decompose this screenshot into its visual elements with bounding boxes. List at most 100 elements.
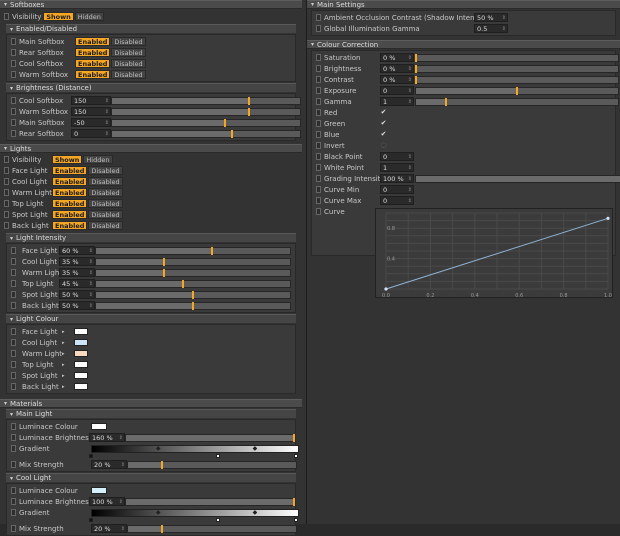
number-field[interactable]: 20 % ⇕ (91, 460, 127, 469)
collapse-triangle-icon[interactable]: ▾ (10, 235, 13, 242)
spinner-arrows-icon[interactable]: ⇕ (121, 525, 125, 533)
collapse-triangle-icon[interactable]: ▾ (4, 400, 7, 407)
number-field[interactable]: 35 % ⇕ (59, 257, 95, 266)
section-colour-correction[interactable]: ▾ Colour Correction (307, 40, 620, 49)
keyframe-icon[interactable] (11, 291, 16, 298)
dropdown-arrow-icon[interactable]: ▸ (62, 373, 74, 379)
spinner-arrows-icon[interactable]: ⇕ (89, 280, 93, 288)
number-field[interactable]: 0 % ⇕ (380, 75, 414, 84)
number-field[interactable]: -50 ⇕ (71, 118, 111, 127)
slider[interactable] (127, 524, 297, 533)
slider[interactable] (95, 246, 291, 255)
spinner-arrows-icon[interactable]: ⇕ (408, 65, 412, 73)
dropdown-arrow-icon[interactable]: ▸ (62, 351, 74, 357)
slider-knob[interactable] (293, 433, 295, 442)
slider[interactable] (415, 75, 619, 84)
spinner-arrows-icon[interactable]: ⇕ (408, 87, 412, 95)
subsection-light-intensity[interactable]: ▾ Light Intensity (6, 233, 296, 242)
subsection-cool-light[interactable]: ▾ Cool Light (6, 473, 296, 482)
number-field[interactable]: 0 ⇕ (71, 129, 111, 138)
keyframe-icon[interactable] (316, 76, 321, 83)
gradient-bar[interactable]: ◆ ◆ (91, 444, 299, 453)
keyframe-icon[interactable] (11, 434, 16, 441)
toggle-off-button[interactable]: Disabled (111, 70, 146, 79)
number-field[interactable]: 0 % ⇕ (380, 53, 414, 62)
spinner-arrows-icon[interactable]: ⇕ (121, 461, 125, 469)
slider[interactable] (415, 97, 619, 106)
subsection-light-colour[interactable]: ▾ Light Colour (6, 314, 296, 323)
colour-swatch[interactable] (91, 423, 107, 430)
number-field[interactable]: 100 % ⇕ (380, 174, 414, 183)
keyframe-icon[interactable] (316, 120, 321, 127)
slider[interactable] (111, 129, 301, 138)
colour-swatch[interactable] (74, 361, 88, 368)
keyframe-icon[interactable] (11, 280, 16, 287)
number-field[interactable]: 0 ⇕ (380, 86, 414, 95)
slider-knob[interactable] (160, 460, 163, 469)
spinner-arrows-icon[interactable]: ⇕ (408, 197, 412, 205)
collapse-triangle-icon[interactable]: ▾ (10, 26, 13, 33)
keyframe-icon[interactable] (4, 178, 9, 185)
slider[interactable] (125, 433, 295, 442)
keyframe-icon[interactable] (316, 208, 321, 215)
keyframe-icon[interactable] (11, 247, 16, 254)
toggle-on-button[interactable]: Enabled (52, 188, 88, 197)
gradient-bar[interactable]: ◆ ◆ (91, 508, 299, 517)
toggle-off-button[interactable]: Disabled (88, 210, 123, 219)
keyframe-icon[interactable] (11, 509, 16, 516)
slider[interactable] (415, 174, 620, 183)
dropdown-arrow-icon[interactable]: ▸ (62, 340, 74, 346)
keyframe-icon[interactable] (316, 186, 321, 193)
toggle-on-button[interactable]: Enabled (75, 59, 111, 68)
slider-knob[interactable] (162, 268, 165, 277)
toggle-on-button[interactable]: Shown (52, 155, 83, 164)
number-field[interactable]: 0 ⇕ (380, 196, 414, 205)
slider-knob[interactable] (445, 97, 448, 106)
colour-swatch[interactable] (74, 383, 88, 390)
keyframe-icon[interactable] (11, 49, 16, 56)
keyframe-icon[interactable] (11, 361, 16, 368)
slider-knob[interactable] (192, 301, 194, 310)
slider-knob[interactable] (415, 53, 417, 62)
keyframe-icon[interactable] (316, 153, 321, 160)
slider[interactable] (415, 64, 619, 73)
keyframe-icon[interactable] (11, 60, 16, 67)
keyframe-icon[interactable] (11, 130, 16, 137)
slider-knob[interactable] (415, 64, 417, 73)
spinner-arrows-icon[interactable]: ⇕ (89, 269, 93, 277)
collapse-triangle-icon[interactable]: ▾ (10, 316, 13, 323)
keyframe-icon[interactable] (11, 461, 16, 468)
keyframe-icon[interactable] (316, 87, 321, 94)
slider-knob[interactable] (516, 86, 518, 95)
toggle-off-button[interactable]: Disabled (88, 199, 123, 208)
slider-knob[interactable] (248, 96, 251, 105)
toggle-on-button[interactable]: Shown (43, 12, 74, 21)
keyframe-icon[interactable] (11, 423, 16, 430)
section-softboxes[interactable]: ▾ Softboxes (0, 0, 302, 9)
keyframe-icon[interactable] (4, 200, 9, 207)
spinner-arrows-icon[interactable]: ⇕ (89, 302, 93, 310)
colour-swatch[interactable] (74, 339, 88, 346)
collapse-triangle-icon[interactable]: ▾ (311, 41, 314, 48)
toggle-on-button[interactable]: Enabled (75, 48, 111, 57)
keyframe-icon[interactable] (316, 109, 321, 116)
toggle-on-button[interactable]: Enabled (52, 210, 88, 219)
spinner-arrows-icon[interactable]: ⇕ (119, 434, 123, 442)
curve-editor[interactable]: 0.0 0.2 0.4 0.6 0.8 1.0 0.4 0.8 (375, 208, 613, 299)
slider[interactable] (95, 257, 291, 266)
keyframe-icon[interactable] (11, 97, 16, 104)
keyframe-icon[interactable] (11, 350, 16, 357)
keyframe-icon[interactable] (316, 65, 321, 72)
number-field[interactable]: 0.5 ⇕ (474, 24, 508, 33)
toggle-on-button[interactable]: Enabled (75, 70, 111, 79)
slider-knob[interactable] (293, 497, 295, 506)
section-main-settings[interactable]: ▾ Main Settings (307, 0, 620, 9)
keyframe-icon[interactable] (11, 269, 16, 276)
spinner-arrows-icon[interactable]: ⇕ (408, 76, 412, 84)
keyframe-icon[interactable] (11, 339, 16, 346)
keyframe-icon[interactable] (11, 38, 16, 45)
keyframe-icon[interactable] (11, 71, 16, 78)
keyframe-icon[interactable] (11, 258, 16, 265)
keyframe-icon[interactable] (316, 54, 321, 61)
keyframe-icon[interactable] (316, 25, 321, 32)
